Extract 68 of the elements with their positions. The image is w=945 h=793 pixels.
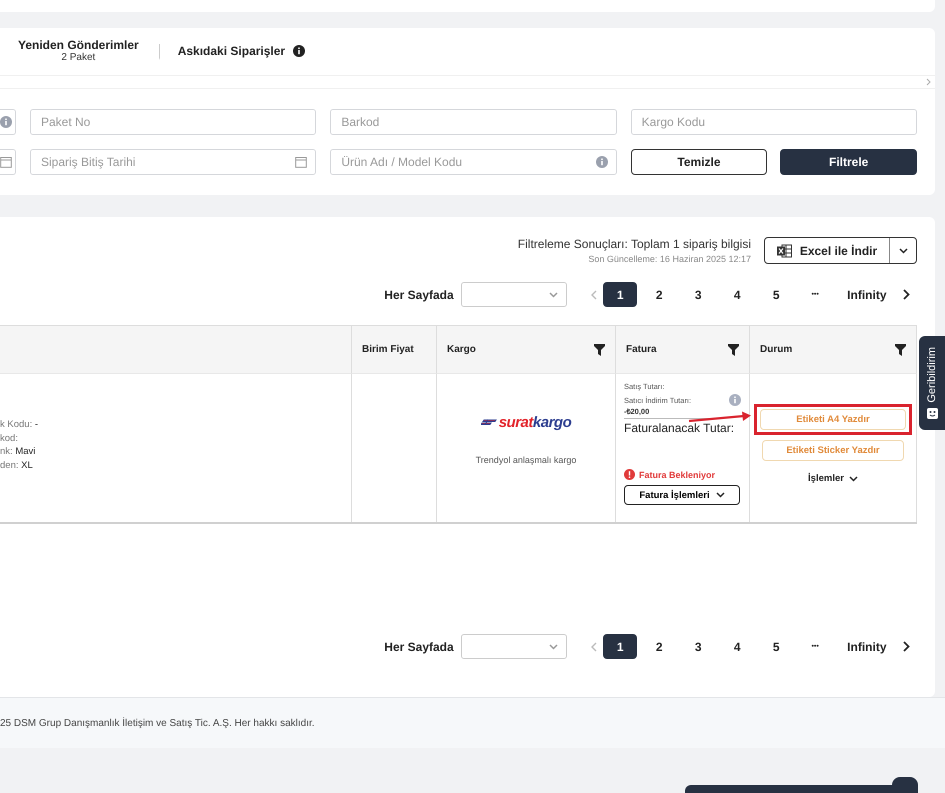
product-detail-text: k Kodu: - <box>0 418 40 432</box>
next-page-icon[interactable] <box>902 641 910 652</box>
page-button[interactable]: 2 <box>642 282 676 307</box>
caret-icon <box>548 292 558 298</box>
annotation-arrow <box>688 412 751 422</box>
placeholder-text: Barkod <box>341 115 380 129</box>
product-detail-text: kod: <box>0 432 19 445</box>
page-button[interactable]: 4 <box>720 282 754 307</box>
caret-icon <box>548 644 558 650</box>
column-title: Fatura <box>626 344 657 355</box>
page-button[interactable]: Infinity <box>837 634 896 659</box>
invoice-actions-button[interactable]: Fatura İşlemleri <box>624 485 740 505</box>
placeholder-text: Ürün Adı / Model Kodu <box>341 155 464 169</box>
caret-icon <box>898 248 908 254</box>
placeholder-text: Paket No <box>41 115 92 129</box>
page-button[interactable]: Infinity <box>837 282 896 307</box>
invoice-status: Fatura Bekleniyor <box>639 470 716 480</box>
previous-page-icon[interactable] <box>590 290 597 300</box>
calendar-icon <box>295 156 308 168</box>
previous-page-icon[interactable] <box>590 642 597 652</box>
page-button[interactable]: 3 <box>681 634 716 659</box>
page-button[interactable]: 1 <box>603 282 638 307</box>
filter-button[interactable]: Filtrele <box>780 149 917 175</box>
caret-icon <box>716 492 725 498</box>
smiley-icon <box>926 408 938 420</box>
input-field[interactable] <box>0 109 16 135</box>
page-button[interactable]: 5 <box>759 634 794 659</box>
placeholder-text: Kargo Kodu <box>642 115 706 129</box>
page-button[interactable]: 3 <box>681 282 716 307</box>
per-page-label: Her Sayfada <box>384 288 454 302</box>
per-page-label: Her Sayfada <box>384 640 454 654</box>
filter-icon[interactable] <box>728 344 739 356</box>
cargo-note: Trendyol anlaşmalı kargo <box>476 455 576 465</box>
filter-icon[interactable] <box>895 344 906 356</box>
feedback-tab[interactable]: Geribildirim <box>919 336 945 430</box>
input-field[interactable] <box>0 149 16 175</box>
tab[interactable]: Yeniden Gönderimler 2 Paket <box>0 38 159 65</box>
scroll-right-icon[interactable] <box>926 78 931 86</box>
filter-icon[interactable] <box>594 344 605 356</box>
per-page-select[interactable] <box>460 282 567 307</box>
cargo-logo: suratkargo <box>480 414 572 431</box>
info-icon <box>729 394 741 406</box>
actions-menu-button[interactable]: İşlemler <box>802 472 864 485</box>
page-button[interactable]: 1 <box>603 634 638 659</box>
product-detail-text: den: XL <box>0 458 34 472</box>
column-title: Kargo <box>447 344 476 355</box>
page-button[interactable]: 5 <box>759 282 794 307</box>
clear-button[interactable]: Temizle <box>630 149 768 175</box>
product-detail-text: nk: Mavi <box>0 445 36 458</box>
info-icon <box>596 156 608 168</box>
spreadsheet-icon <box>776 244 792 258</box>
column-title: Birim Fiyat <box>362 344 414 355</box>
warning-icon <box>624 469 635 480</box>
page-button[interactable]: 2 <box>642 634 676 659</box>
results-summary: Filtreleme Sonuçları: Toplam 1 sipariş bilgisi <box>518 237 751 251</box>
last-updated-text: Son Güncelleme: 16 Haziran 2025 12:17 <box>587 254 751 264</box>
info-icon <box>0 116 12 128</box>
copyright-text: 25 DSM Grup Danışmanlık İletişim ve Satış Tic. A.Ş. Her hakkı saklıdır. <box>0 697 945 748</box>
per-page-select[interactable] <box>460 634 567 659</box>
page-button[interactable]: 4 <box>720 634 754 659</box>
placeholder-text: Sipariş Bitiş Tarihi <box>41 155 136 169</box>
invoice-total-label: Faturalanacak Tutar: <box>624 421 736 435</box>
caret-icon <box>848 476 858 482</box>
tab[interactable]: Askıdaki Siparişler <box>158 44 326 60</box>
next-page-icon[interactable] <box>902 289 910 300</box>
calendar-icon <box>0 156 12 168</box>
info-icon <box>293 44 306 56</box>
column-title: Durum <box>760 344 792 355</box>
